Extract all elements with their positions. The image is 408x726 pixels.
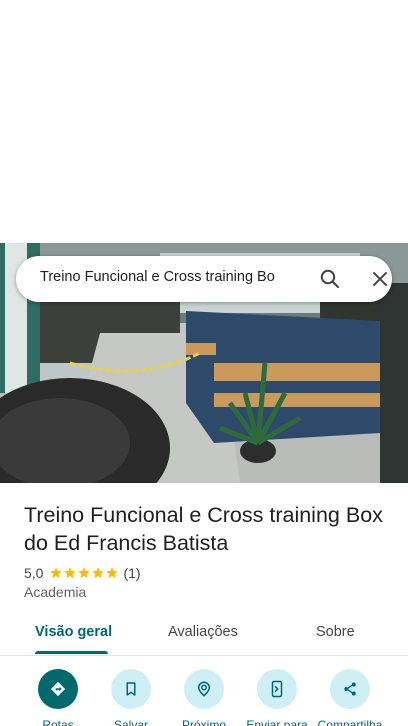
active-tab-indicator xyxy=(35,651,108,654)
place-category: Academia xyxy=(24,584,87,600)
star-icon xyxy=(106,567,119,579)
star-icon xyxy=(78,567,91,579)
star-icon xyxy=(64,567,77,579)
star-icon xyxy=(92,567,105,579)
map-area[interactable] xyxy=(0,0,408,243)
bookmark-icon xyxy=(111,669,151,709)
rating-stars xyxy=(49,566,119,580)
star-icon xyxy=(50,567,63,579)
nearby-label: Próximo xyxy=(181,718,226,726)
directions-label: Rotas xyxy=(42,718,74,726)
save-label: Salvar xyxy=(113,718,148,726)
rating-value: 5,0 xyxy=(24,565,44,581)
tab-overview[interactable]: Visão geral xyxy=(35,624,112,640)
search-bar[interactable]: Treino Funcional e Cross training Bo xyxy=(16,256,392,302)
search-icon[interactable] xyxy=(318,267,342,291)
nearby-icon xyxy=(184,669,224,709)
tab-bar: Visão geral Avaliações Sobre xyxy=(0,614,408,656)
send-to-phone-icon xyxy=(257,669,297,709)
send-to-phone-label: Enviar para xyxy=(246,718,308,726)
search-input[interactable]: Treino Funcional e Cross training Bo xyxy=(40,269,304,285)
rating-row[interactable]: 5,0 (1) xyxy=(24,564,141,582)
directions-icon xyxy=(38,669,78,709)
place-name: Treino Funcional e Cross training Box do… xyxy=(24,503,383,555)
action-bar: Rotas Salvar Próximo Enviar para Compart… xyxy=(0,657,408,726)
close-icon[interactable] xyxy=(368,267,392,291)
share-label: Compartilha xyxy=(317,718,383,726)
share-icon xyxy=(330,669,370,709)
tab-reviews[interactable]: Avaliações xyxy=(168,624,238,640)
review-count[interactable]: (1) xyxy=(123,565,140,581)
tab-about[interactable]: Sobre xyxy=(316,624,355,640)
